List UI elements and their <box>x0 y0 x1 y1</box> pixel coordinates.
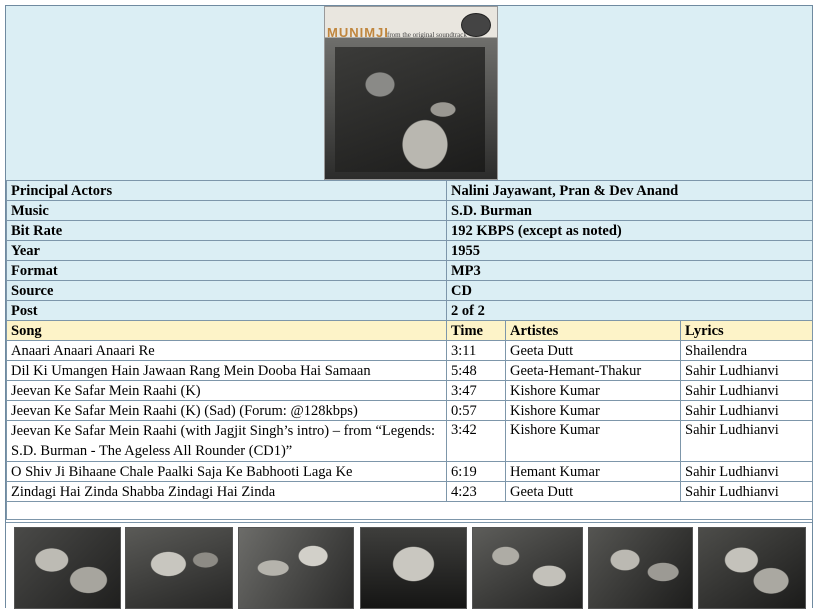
song-artistes: Geeta-Hemant-Thakur <box>505 360 681 381</box>
cover-row: MUNIMJI from the original soundtrack <box>6 6 812 181</box>
song-row[interactable]: Jeevan Ke Safar Mein Raahi (with Jagjit … <box>6 420 813 462</box>
detail-value: CD <box>446 280 813 301</box>
song-artistes: Hemant Kumar <box>505 461 681 482</box>
detail-value: S.D. Burman <box>446 200 813 221</box>
song-lyricist: Sahir Ludhianvi <box>680 380 813 401</box>
film-still-image[interactable] <box>238 527 354 609</box>
film-still-image[interactable] <box>14 527 121 609</box>
song-title[interactable]: Anaari Anaari Anaari Re <box>6 340 447 361</box>
detail-row: Source CD <box>6 280 813 301</box>
song-artistes: Geeta Dutt <box>505 481 681 502</box>
column-header-lyrics: Lyrics <box>680 320 813 341</box>
film-still-image[interactable] <box>588 527 693 609</box>
film-still-image[interactable] <box>125 527 233 609</box>
detail-row: Principal Actors Nalini Jayawant, Pran &… <box>6 180 813 201</box>
song-lyricist: Sahir Ludhianvi <box>680 360 813 381</box>
detail-label: Principal Actors <box>6 180 447 201</box>
detail-value: 1955 <box>446 240 813 261</box>
song-row[interactable]: Jeevan Ke Safar Mein Raahi (K) (Sad) (Fo… <box>6 400 813 421</box>
song-artistes: Kishore Kumar <box>505 420 681 462</box>
film-still-image[interactable] <box>360 527 467 609</box>
film-stills-strip <box>6 522 812 609</box>
detail-label: Bit Rate <box>6 220 447 241</box>
detail-value: 192 KBPS (except as noted) <box>446 220 813 241</box>
song-title[interactable]: Jeevan Ke Safar Mein Raahi (K) (Sad) (Fo… <box>6 400 447 421</box>
detail-row: Year 1955 <box>6 240 813 261</box>
detail-label: Format <box>6 260 447 281</box>
song-table-header: Song Time Artistes Lyrics <box>6 320 813 341</box>
song-time: 3:11 <box>446 340 506 361</box>
song-row[interactable]: Zindagi Hai Zinda Shabba Zindagi Hai Zin… <box>6 481 813 502</box>
column-header-artistes: Artistes <box>505 320 681 341</box>
song-row[interactable]: O Shiv Ji Bihaane Chale Paalki Saja Ke B… <box>6 461 813 482</box>
song-time: 6:19 <box>446 461 506 482</box>
song-time: 4:23 <box>446 481 506 502</box>
cover-photo <box>335 47 485 172</box>
detail-value: MP3 <box>446 260 813 281</box>
album-cover[interactable]: MUNIMJI from the original soundtrack <box>324 6 498 180</box>
song-time: 0:57 <box>446 400 506 421</box>
record-label-logo-icon <box>461 13 491 37</box>
song-lyricist: Sahir Ludhianvi <box>680 481 813 502</box>
soundtrack-post: MUNIMJI from the original soundtrack Pri… <box>5 5 813 609</box>
song-lyricist: Sahir Ludhianvi <box>680 420 813 462</box>
song-title[interactable]: Zindagi Hai Zinda Shabba Zindagi Hai Zin… <box>6 481 447 502</box>
detail-row: Music S.D. Burman <box>6 200 813 221</box>
spacer-row <box>6 501 813 520</box>
detail-label: Source <box>6 280 447 301</box>
film-still-image[interactable] <box>698 527 806 609</box>
song-lyricist: Sahir Ludhianvi <box>680 400 813 421</box>
detail-row: Post 2 of 2 <box>6 300 813 321</box>
song-title[interactable]: O Shiv Ji Bihaane Chale Paalki Saja Ke B… <box>6 461 447 482</box>
song-row[interactable]: Dil Ki Umangen Hain Jawaan Rang Mein Doo… <box>6 360 813 381</box>
detail-value: 2 of 2 <box>446 300 813 321</box>
column-header-song: Song <box>6 320 447 341</box>
detail-label: Post <box>6 300 447 321</box>
detail-label: Music <box>6 200 447 221</box>
song-title[interactable]: Jeevan Ke Safar Mein Raahi (with Jagjit … <box>6 420 447 462</box>
song-title[interactable]: Dil Ki Umangen Hain Jawaan Rang Mein Doo… <box>6 360 447 381</box>
cover-subtitle: from the original soundtrack <box>387 31 467 39</box>
detail-label: Year <box>6 240 447 261</box>
song-row[interactable]: Anaari Anaari Anaari Re 3:11 Geeta Dutt … <box>6 340 813 361</box>
song-time: 3:47 <box>446 380 506 401</box>
detail-value: Nalini Jayawant, Pran & Dev Anand <box>446 180 813 201</box>
song-lyricist: Shailendra <box>680 340 813 361</box>
song-time: 5:48 <box>446 360 506 381</box>
song-artistes: Kishore Kumar <box>505 380 681 401</box>
song-lyricist: Sahir Ludhianvi <box>680 461 813 482</box>
column-header-time: Time <box>446 320 506 341</box>
detail-row: Format MP3 <box>6 260 813 281</box>
cover-title: MUNIMJI <box>327 25 389 40</box>
film-still-image[interactable] <box>472 527 583 609</box>
detail-row: Bit Rate 192 KBPS (except as noted) <box>6 220 813 241</box>
song-row[interactable]: Jeevan Ke Safar Mein Raahi (K) 3:47 Kish… <box>6 380 813 401</box>
song-artistes: Kishore Kumar <box>505 400 681 421</box>
song-artistes: Geeta Dutt <box>505 340 681 361</box>
details-table: Principal Actors Nalini Jayawant, Pran &… <box>6 180 813 520</box>
song-time: 3:42 <box>446 420 506 462</box>
song-title[interactable]: Jeevan Ke Safar Mein Raahi (K) <box>6 380 447 401</box>
